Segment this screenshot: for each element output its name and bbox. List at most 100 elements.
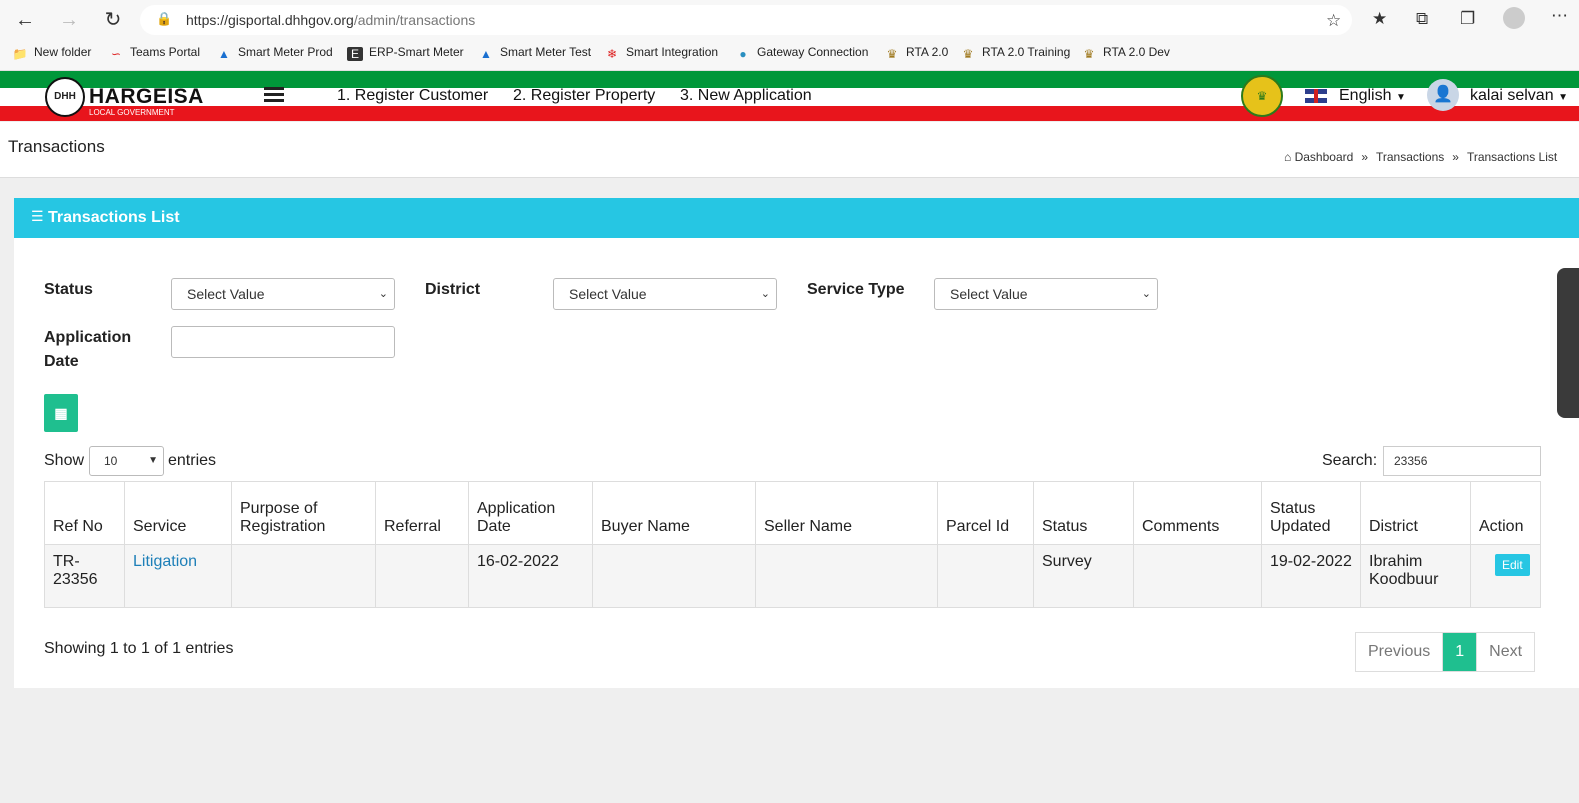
logo-mark: DHH bbox=[45, 77, 85, 117]
district-label: District bbox=[425, 281, 481, 298]
user-menu[interactable]: kalai selvan ▼ bbox=[1470, 87, 1568, 105]
table-info: Showing 1 to 1 of 1 entries bbox=[44, 640, 234, 657]
breadcrumb-transactions[interactable]: Transactions bbox=[1376, 150, 1444, 164]
column-buyer-name[interactable]: Buyer Name bbox=[592, 481, 756, 545]
flag-stripe-green bbox=[0, 71, 1579, 88]
url-text: https://gisportal.dhhgov.org/admin/trans… bbox=[186, 12, 476, 28]
column-seller-name[interactable]: Seller Name bbox=[755, 481, 938, 545]
add-favorite-icon[interactable]: ☆ bbox=[1326, 11, 1341, 31]
pagination: Previous 1 Next bbox=[1355, 632, 1536, 672]
menu-toggle-icon[interactable] bbox=[264, 87, 284, 103]
cell-action: Edit bbox=[1470, 544, 1541, 608]
column-referral[interactable]: Referral bbox=[375, 481, 469, 545]
logo-subtitle: LOCAL GOVERNMENT bbox=[89, 108, 175, 117]
bookmark-teams-portal[interactable]: ∽ Teams Portal bbox=[108, 45, 200, 61]
chevron-down-icon: ⌄ bbox=[1141, 288, 1151, 300]
breadcrumb-dashboard[interactable]: Dashboard bbox=[1295, 150, 1354, 164]
erp-icon: E bbox=[347, 47, 363, 61]
logo[interactable]: DHH HARGEISA LOCAL GOVERNMENT bbox=[45, 75, 205, 117]
cell-purpose bbox=[231, 544, 376, 608]
gateway-icon: ● bbox=[739, 47, 747, 61]
browser-toolbar: ← → ↻ 🔒 https://gisportal.dhhgov.org/adm… bbox=[0, 0, 1579, 40]
home-icon: ⌂ bbox=[1284, 150, 1292, 164]
column-status[interactable]: Status bbox=[1033, 481, 1134, 545]
bookmark-erp-smart-meter[interactable]: E ERP-Smart Meter bbox=[347, 45, 464, 61]
application-date-label: Application Date bbox=[44, 329, 132, 370]
profile-icon[interactable] bbox=[1503, 7, 1525, 29]
more-icon[interactable]: ⋯ bbox=[1551, 6, 1568, 26]
address-bar[interactable]: 🔒 https://gisportal.dhhgov.org/admin/tra… bbox=[140, 5, 1352, 35]
list-icon: ☰ bbox=[31, 208, 44, 224]
emblem-icon: ♛ bbox=[886, 47, 898, 61]
cell-referral bbox=[375, 544, 469, 608]
back-icon[interactable]: ← bbox=[12, 7, 38, 33]
app-header: DHH HARGEISA LOCAL GOVERNMENT 1. Registe… bbox=[0, 71, 1579, 121]
export-excel-button[interactable]: ▦ bbox=[44, 394, 78, 432]
chevron-down-icon: ⌄ bbox=[378, 288, 388, 300]
caret-down-icon: ▼ bbox=[1395, 92, 1406, 103]
application-date-input[interactable] bbox=[171, 326, 395, 358]
column-service[interactable]: Service bbox=[124, 481, 232, 545]
side-toolbar[interactable] bbox=[1557, 268, 1579, 418]
chevron-down-icon: ▼ bbox=[148, 455, 158, 466]
column-status-updated[interactable]: Status Updated bbox=[1261, 481, 1361, 545]
emblem-icon: ♛ bbox=[962, 47, 974, 61]
nav-register-property[interactable]: 2. Register Property bbox=[513, 87, 655, 105]
service-type-select[interactable]: Select Value ⌄ bbox=[934, 278, 1158, 310]
bookmark-rta-2[interactable]: ♛ RTA 2.0 bbox=[884, 45, 949, 61]
column-parcel-id[interactable]: Parcel Id bbox=[937, 481, 1034, 545]
excel-icon: ▦ bbox=[54, 405, 68, 421]
flag-stripe-red bbox=[0, 106, 1579, 121]
column-comments[interactable]: Comments bbox=[1133, 481, 1262, 545]
status-select[interactable]: Select Value ⌄ bbox=[171, 278, 395, 310]
collections-icon[interactable]: ⧉ bbox=[1416, 9, 1428, 29]
lock-icon: 🔒 bbox=[156, 11, 173, 26]
bookmark-gateway-connection[interactable]: ● Gateway Connection bbox=[735, 45, 868, 61]
caret-down-icon: ▼ bbox=[1558, 92, 1568, 103]
extensions-icon[interactable]: ❐ bbox=[1460, 9, 1475, 29]
status-label: Status bbox=[44, 281, 93, 298]
language-selector[interactable]: English ▼ bbox=[1339, 87, 1406, 105]
service-link[interactable]: Litigation bbox=[133, 553, 197, 570]
cell-parcel-id bbox=[937, 544, 1034, 608]
cell-service: Litigation bbox=[124, 544, 232, 608]
page-length-select[interactable]: 10 ▼ bbox=[89, 446, 164, 476]
bookmark-smart-meter-prod[interactable]: ▲ Smart Meter Prod bbox=[216, 45, 333, 61]
page-title-bar: Transactions ⌂ Dashboard» Transactions» Tr… bbox=[0, 122, 1579, 178]
page-title: Transactions bbox=[8, 137, 105, 156]
bookmark-new-folder[interactable]: 📁 New folder bbox=[12, 45, 92, 61]
bookmark-smart-integration[interactable]: ❄ Smart Integration bbox=[604, 45, 718, 61]
chevron-down-icon: ⌄ bbox=[760, 288, 770, 300]
drop-icon: ▲ bbox=[480, 47, 492, 61]
nav-new-application[interactable]: 3. New Application bbox=[680, 87, 812, 105]
page-1-button[interactable]: 1 bbox=[1443, 633, 1478, 671]
transactions-card: ☰ Transactions List Status Select Value ⌄… bbox=[14, 198, 1579, 688]
bookmark-smart-meter-test[interactable]: ▲ Smart Meter Test bbox=[478, 45, 591, 61]
column-ref-no[interactable]: Ref No bbox=[44, 481, 125, 545]
column-purpose[interactable]: Purpose of Registration bbox=[231, 481, 376, 545]
avatar[interactable]: 👤 bbox=[1427, 79, 1459, 111]
teams-icon: ∽ bbox=[110, 47, 122, 61]
logo-title: HARGEISA bbox=[89, 85, 204, 108]
next-button[interactable]: Next bbox=[1477, 633, 1534, 671]
transactions-table: Ref No Service Purpose of Registration R… bbox=[44, 481, 1541, 608]
edit-button[interactable]: Edit bbox=[1495, 554, 1530, 576]
drop-icon: ▲ bbox=[218, 47, 230, 61]
table-header-row: Ref No Service Purpose of Registration R… bbox=[44, 481, 1541, 545]
bookmark-rta-2-training[interactable]: ♛ RTA 2.0 Training bbox=[960, 45, 1071, 61]
refresh-icon[interactable]: ↻ bbox=[100, 7, 126, 33]
column-application-date[interactable]: Application Date bbox=[468, 481, 593, 545]
entries-label: entries bbox=[168, 452, 217, 469]
column-district[interactable]: District bbox=[1360, 481, 1471, 545]
show-label: Show bbox=[44, 452, 85, 469]
forward-icon[interactable]: → bbox=[56, 7, 82, 33]
integration-icon: ❄ bbox=[606, 47, 618, 61]
card-header: ☰ Transactions List bbox=[14, 198, 1579, 238]
bookmarks-bar: 📁 New folder ∽ Teams Portal ▲ Smart Meter P… bbox=[0, 40, 1579, 71]
nav-register-customer[interactable]: 1. Register Customer bbox=[337, 87, 488, 105]
previous-button[interactable]: Previous bbox=[1356, 633, 1444, 671]
favorites-icon[interactable]: ★ bbox=[1372, 9, 1387, 29]
district-select[interactable]: Select Value ⌄ bbox=[553, 278, 777, 310]
bookmark-rta-2-dev[interactable]: ♛ RTA 2.0 Dev bbox=[1081, 45, 1170, 61]
search-input[interactable]: 23356 bbox=[1383, 446, 1541, 476]
